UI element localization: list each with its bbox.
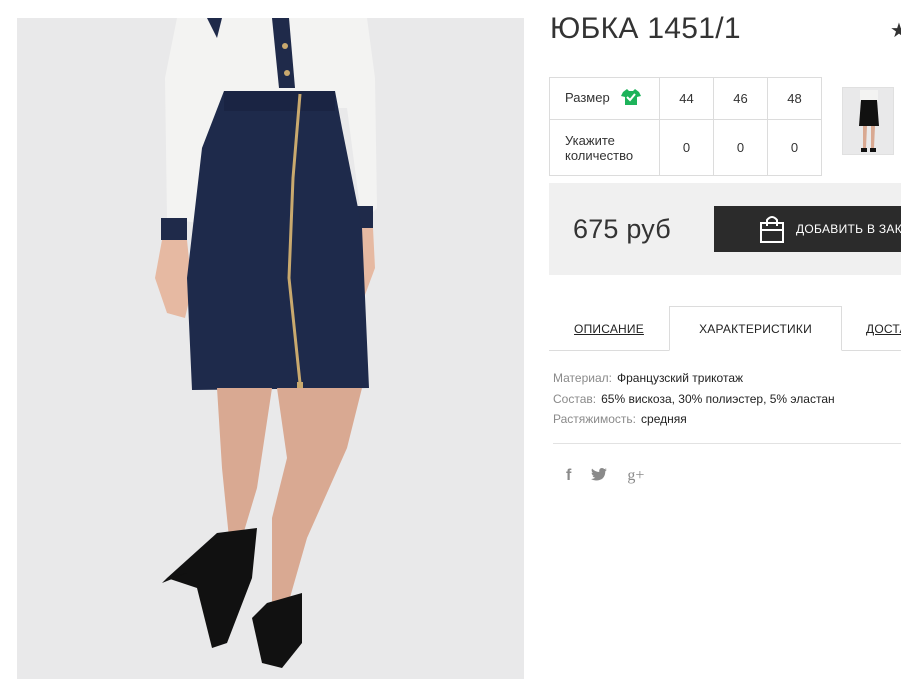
characteristic-row: Растяжимость: средняя <box>553 409 835 430</box>
tab-characteristics[interactable]: ХАРАКТЕРИСТИКИ <box>669 306 842 351</box>
characteristic-value: Французский трикотаж <box>616 371 744 385</box>
product-price: 675 руб <box>573 214 671 244</box>
shopping-bag-icon <box>758 214 786 247</box>
size-label-cell: Размер <box>549 77 660 120</box>
size-table: Размер 44 46 48 Укажите количество 0 0 0 <box>549 77 822 176</box>
add-to-cart-label: ДОБАВИТЬ В ЗАКАЗ <box>796 222 901 236</box>
characteristics-list: Материал: Французский трикотаж Состав: 65%… <box>553 368 835 430</box>
tab-description[interactable]: ОПИСАНИЕ <box>549 306 669 351</box>
googleplus-icon[interactable]: g+ <box>627 467 644 485</box>
product-main-image[interactable] <box>17 18 524 679</box>
twitter-icon[interactable] <box>591 467 608 485</box>
section-divider <box>553 443 901 444</box>
social-share: f g+ <box>566 467 644 485</box>
characteristic-row: Состав: 65% вискоза, 30% полиэстер, 5% эл… <box>553 389 835 410</box>
characteristic-row: Материал: Французский трикотаж <box>553 368 835 389</box>
quantity-label: Укажите количество <box>549 119 660 176</box>
characteristic-value: средняя <box>641 412 687 426</box>
size-option-48[interactable]: 48 <box>767 77 822 120</box>
star-icon[interactable]: ★ <box>890 18 901 43</box>
add-to-cart-button[interactable]: ДОБАВИТЬ В ЗАКАЗ <box>714 206 901 252</box>
price-panel: 675 руб ДОБАВИТЬ В ЗАКАЗ <box>549 183 901 275</box>
quantity-input-44[interactable]: 0 <box>659 119 714 176</box>
tab-delivery[interactable]: ДОСТАВКА <box>842 306 901 351</box>
shirt-check-icon <box>621 88 642 109</box>
characteristic-key: Материал: <box>553 371 612 385</box>
characteristic-key: Состав: <box>553 391 597 406</box>
characteristic-key: Растяжимость: <box>553 412 637 426</box>
quantity-input-48[interactable]: 0 <box>767 119 822 176</box>
size-option-46[interactable]: 46 <box>713 77 768 120</box>
quantity-input-46[interactable]: 0 <box>713 119 768 176</box>
size-label: Размер <box>565 89 610 105</box>
product-thumbnail[interactable] <box>842 87 894 155</box>
size-option-44[interactable]: 44 <box>659 77 714 120</box>
product-title: ЮБКА 1451/1 <box>550 12 741 45</box>
product-tabs: ОПИСАНИЕ ХАРАКТЕРИСТИКИ ДОСТАВКА <box>549 306 901 351</box>
facebook-icon[interactable]: f <box>566 467 571 485</box>
characteristic-value: 65% вискоза, 30% полиэстер, 5% эластан <box>601 391 835 406</box>
